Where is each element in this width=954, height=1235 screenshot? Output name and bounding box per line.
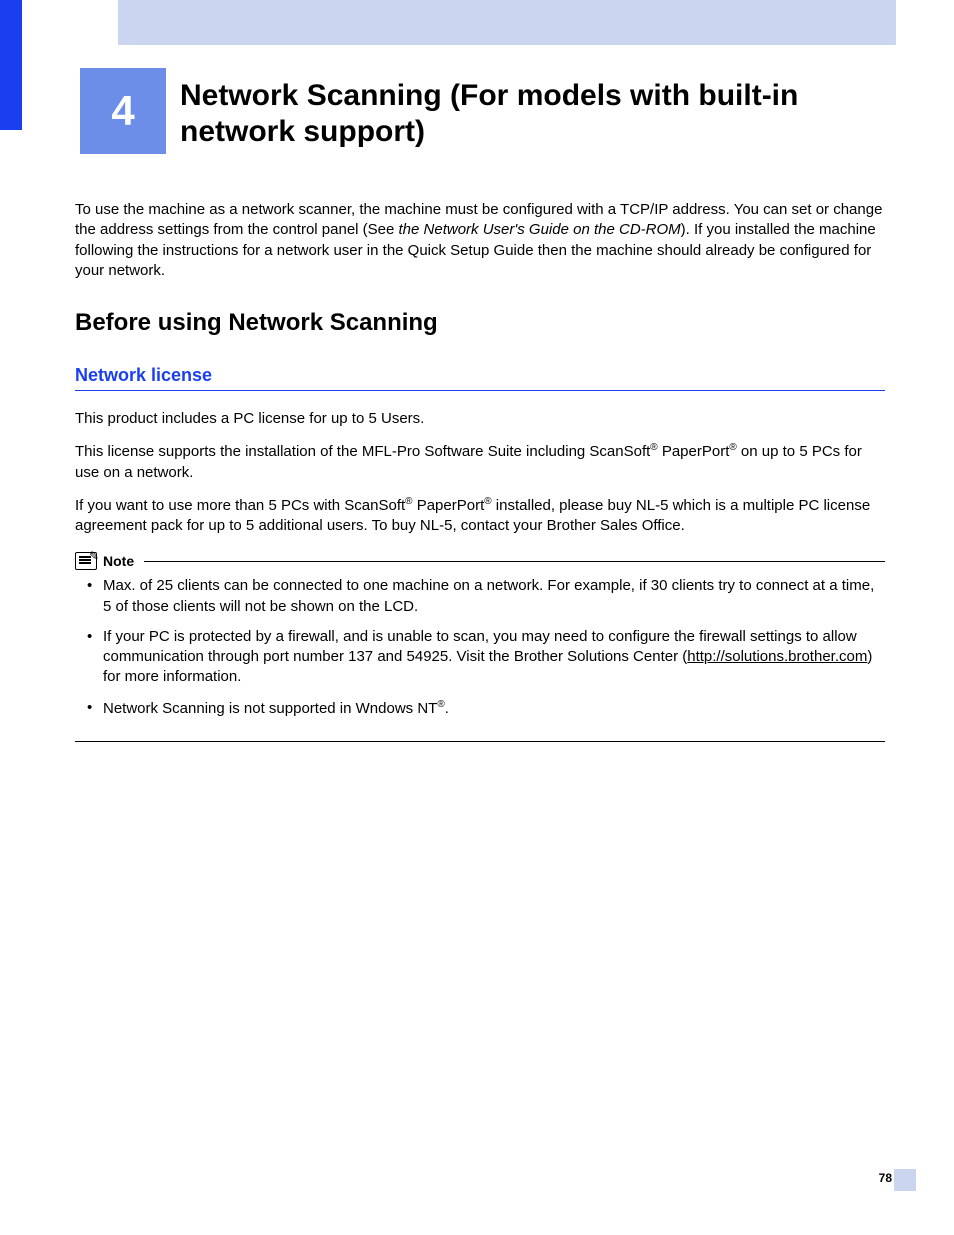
note-header: Note [75, 552, 885, 570]
section-heading: Before using Network Scanning [75, 309, 885, 337]
note-rule-bottom [75, 741, 885, 742]
side-section-tab [0, 0, 22, 130]
note-item-3: Network Scanning is not supported in Wnd… [75, 698, 885, 719]
subsection-heading: Network license [75, 365, 885, 391]
p2b: PaperPort [658, 443, 730, 460]
chapter-number-box: 4 [80, 68, 166, 154]
note-label: Note [103, 553, 134, 569]
p3b: PaperPort [413, 497, 485, 514]
p3a: If you want to use more than 5 PCs with … [75, 497, 405, 514]
reg-mark: ® [405, 496, 412, 507]
reg-mark: ® [437, 699, 444, 710]
footer-accent [894, 1169, 916, 1191]
note-item3b: . [445, 700, 449, 717]
note-item-2: If your PC is protected by a firewall, a… [75, 627, 885, 688]
reg-mark: ® [729, 442, 736, 453]
note-icon [75, 552, 97, 570]
note-item-1: Max. of 25 clients can be connected to o… [75, 576, 885, 617]
p2a: This license supports the installation o… [75, 443, 650, 460]
page-number: 78 [879, 1171, 892, 1185]
reg-mark: ® [484, 496, 491, 507]
license-p2: This license supports the installation o… [75, 441, 885, 483]
reg-mark: ® [650, 442, 657, 453]
license-p3: If you want to use more than 5 PCs with … [75, 495, 885, 537]
chapter-number: 4 [111, 87, 134, 135]
header-banner [118, 0, 896, 45]
note-list: Max. of 25 clients can be connected to o… [75, 576, 885, 739]
chapter-title: Network Scanning (For models with built-… [180, 78, 880, 150]
note-item3a: Network Scanning is not supported in Wnd… [103, 700, 437, 717]
note-rule-top [144, 561, 885, 562]
intro-italic: the Network User's Guide on the CD-ROM [399, 221, 681, 238]
solutions-link[interactable]: http://solutions.brother.com [687, 648, 867, 665]
page-content: To use the machine as a network scanner,… [75, 200, 885, 742]
license-p1: This product includes a PC license for u… [75, 409, 885, 429]
intro-paragraph: To use the machine as a network scanner,… [75, 200, 885, 281]
